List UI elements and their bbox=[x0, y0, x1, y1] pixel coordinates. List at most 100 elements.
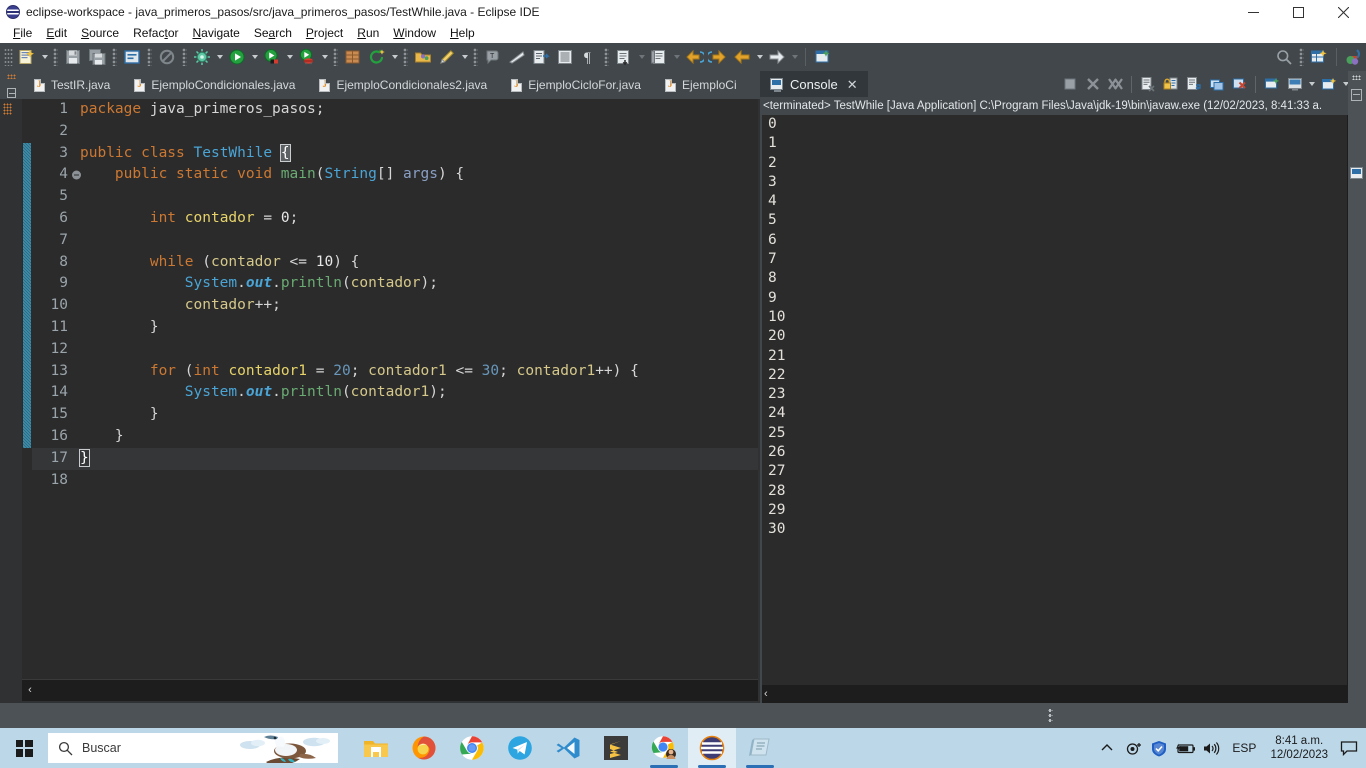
previous-edit-dropdown-icon[interactable] bbox=[671, 45, 682, 69]
editor-tab-ejemploci[interactable]: EjemploCi bbox=[655, 71, 751, 99]
pilcrow-icon[interactable]: ¶ bbox=[577, 45, 601, 69]
open-console-icon[interactable] bbox=[1283, 73, 1306, 96]
new-window-icon[interactable] bbox=[811, 45, 835, 69]
remove-all-terminated-icon[interactable] bbox=[1104, 73, 1127, 96]
taskbar-app-sublime-text[interactable] bbox=[592, 728, 640, 768]
strip-grip-dots[interactable] bbox=[1352, 75, 1361, 80]
close-button[interactable] bbox=[1321, 0, 1366, 24]
forward-nav-dropdown-icon[interactable] bbox=[789, 45, 800, 69]
editor-tab-testir[interactable]: TestIR.java bbox=[24, 71, 124, 99]
wedge-icon[interactable] bbox=[505, 45, 529, 69]
search-icon[interactable] bbox=[1272, 45, 1296, 69]
debug-icon[interactable] bbox=[295, 45, 319, 69]
pencil-dropdown-icon[interactable] bbox=[459, 45, 470, 69]
taskbar-app-notepad[interactable] bbox=[736, 728, 784, 768]
folding-column[interactable] bbox=[22, 99, 32, 679]
back-nav-dropdown-icon[interactable] bbox=[754, 45, 765, 69]
menu-navigate[interactable]: Navigate bbox=[185, 24, 246, 43]
show-hidden-icons-chevron-icon[interactable] bbox=[1094, 728, 1120, 768]
taskbar-app-telegram[interactable] bbox=[496, 728, 544, 768]
save-icon[interactable] bbox=[61, 45, 85, 69]
editor-tab-ejemplocondicionales[interactable]: EjemploCondicionales.java bbox=[124, 71, 309, 99]
taskbar-app-file-explorer[interactable] bbox=[352, 728, 400, 768]
show-whitespace-icon[interactable] bbox=[553, 45, 577, 69]
open-type-icon[interactable] bbox=[529, 45, 553, 69]
run-dropdown-icon[interactable] bbox=[249, 45, 260, 69]
forward-icon[interactable] bbox=[706, 45, 730, 69]
console-output[interactable]: 0 1 2 3 4 5 6 7 8 9 10 20 21 22 23 24 25… bbox=[762, 115, 1347, 685]
volume-icon[interactable] bbox=[1198, 728, 1224, 768]
new-package-icon[interactable] bbox=[341, 45, 365, 69]
input-language[interactable]: ESP bbox=[1224, 741, 1264, 755]
scroll-left-arrow-icon[interactable]: ‹ bbox=[22, 685, 38, 696]
show-console-on-output-icon[interactable] bbox=[1205, 73, 1228, 96]
console-tab[interactable]: Console ✕ bbox=[760, 71, 868, 97]
notification-icon[interactable] bbox=[1334, 728, 1364, 768]
code-editor[interactable]: 1 2 3 4 5 6 7 8 9 10 11 12 13 14 15 16 1… bbox=[22, 99, 758, 679]
search-reference-icon[interactable]: T bbox=[481, 45, 505, 69]
scroll-left-arrow-icon[interactable]: ‹ bbox=[764, 688, 768, 700]
pencil-icon[interactable] bbox=[435, 45, 459, 69]
panel-resize-handle[interactable] bbox=[1048, 708, 1053, 722]
external-tools-dropdown-icon[interactable] bbox=[214, 45, 225, 69]
run-coverage-icon[interactable] bbox=[260, 45, 284, 69]
back-nav-icon[interactable] bbox=[730, 45, 754, 69]
editor-tab-ejemplocondicionales2[interactable]: EjemploCondicionales2.java bbox=[309, 71, 501, 99]
editor-tab-ejemplociclofor[interactable]: EjemploCicloFor.java bbox=[501, 71, 655, 99]
code-text[interactable]: package java_primeros_pasos; public clas… bbox=[72, 99, 758, 679]
menu-help[interactable]: Help bbox=[443, 24, 482, 43]
new-wizard-dropdown-icon[interactable] bbox=[39, 45, 50, 69]
display-selected-console-icon[interactable] bbox=[1260, 73, 1283, 96]
taskbar-app-google-chrome-profile[interactable] bbox=[640, 728, 688, 768]
menu-refactor[interactable]: Refactor bbox=[126, 24, 185, 43]
view-menu-icon[interactable] bbox=[1306, 72, 1317, 96]
menu-project[interactable]: Project bbox=[299, 24, 350, 43]
new-window-right-icon[interactable] bbox=[1307, 45, 1331, 69]
security-shield-icon[interactable] bbox=[1146, 728, 1172, 768]
next-annotation-dropdown-icon[interactable] bbox=[636, 45, 647, 69]
battery-charging-icon[interactable] bbox=[1172, 728, 1198, 768]
no-entry-icon[interactable] bbox=[155, 45, 179, 69]
terminate-icon[interactable] bbox=[1058, 73, 1081, 96]
restore-icon[interactable] bbox=[1351, 89, 1362, 101]
debug-dropdown-icon[interactable] bbox=[319, 45, 330, 69]
close-icon[interactable]: ✕ bbox=[845, 78, 860, 91]
console-icon[interactable] bbox=[1350, 167, 1363, 179]
save-all-icon[interactable] bbox=[85, 45, 109, 69]
search-input[interactable]: Buscar bbox=[48, 733, 338, 763]
java-perspective-icon[interactable] bbox=[1342, 45, 1366, 69]
taskbar-app-firefox[interactable] bbox=[400, 728, 448, 768]
toolbar-grip[interactable] bbox=[4, 48, 13, 66]
open-task-icon[interactable] bbox=[411, 45, 435, 69]
menu-edit[interactable]: Edit bbox=[39, 24, 74, 43]
new-wizard-icon[interactable] bbox=[15, 45, 39, 69]
external-tools-icon[interactable] bbox=[190, 45, 214, 69]
pin-console-icon[interactable] bbox=[1228, 73, 1251, 96]
remove-launch-icon[interactable] bbox=[1081, 73, 1104, 96]
minimize-button[interactable] bbox=[1231, 0, 1276, 24]
run-coverage-dropdown-icon[interactable] bbox=[284, 45, 295, 69]
next-annotation-icon[interactable] bbox=[612, 45, 636, 69]
taskbar-app-eclipse-ide[interactable] bbox=[688, 728, 736, 768]
new-console-view-icon[interactable] bbox=[1317, 73, 1340, 96]
taskbar-app-visual-studio-code[interactable] bbox=[544, 728, 592, 768]
maximize-button[interactable] bbox=[1276, 0, 1321, 24]
editor-horizontal-scrollbar[interactable]: ‹ bbox=[22, 679, 758, 701]
back-icon[interactable] bbox=[682, 45, 706, 69]
clock[interactable]: 8:41 a.m. 12/02/2023 bbox=[1264, 734, 1334, 762]
refresh-dropdown-icon[interactable] bbox=[389, 45, 400, 69]
previous-edit-icon[interactable] bbox=[647, 45, 671, 69]
run-icon[interactable] bbox=[225, 45, 249, 69]
webcam-icon[interactable] bbox=[1120, 728, 1146, 768]
clear-console-icon[interactable] bbox=[1136, 73, 1159, 96]
forward-nav-icon[interactable] bbox=[765, 45, 789, 69]
menu-window[interactable]: Window bbox=[386, 24, 443, 43]
refresh-icon[interactable] bbox=[365, 45, 389, 69]
menu-source[interactable]: Source bbox=[74, 24, 126, 43]
word-wrap-icon[interactable] bbox=[1182, 73, 1205, 96]
scroll-lock-icon[interactable] bbox=[1159, 73, 1182, 96]
menu-run[interactable]: Run bbox=[350, 24, 386, 43]
editor-grip-dots[interactable] bbox=[3, 103, 12, 115]
start-button[interactable] bbox=[0, 728, 48, 768]
taskbar-app-google-chrome[interactable] bbox=[448, 728, 496, 768]
